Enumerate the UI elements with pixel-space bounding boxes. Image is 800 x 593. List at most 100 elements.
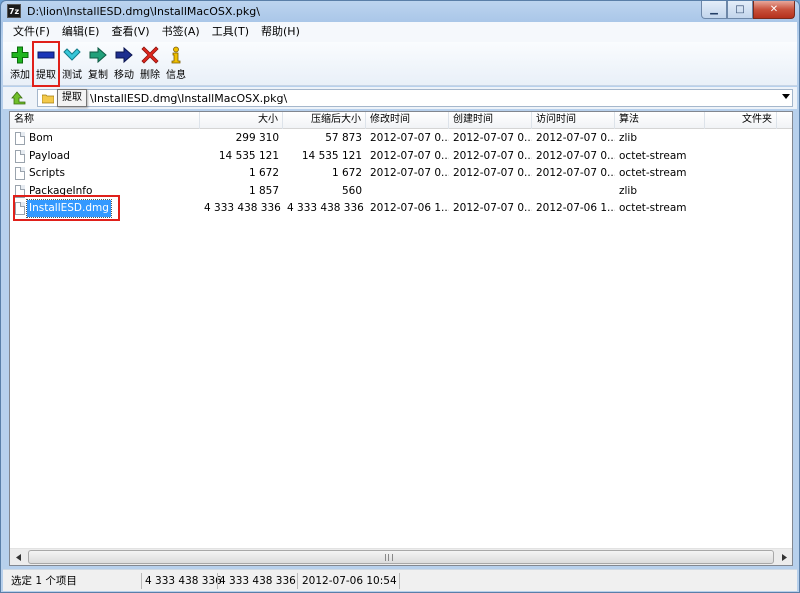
file-size: 299 310 <box>235 132 279 144</box>
status-bar: 选定 1 个项目 4 333 438 336 4 333 438 336 201… <box>3 569 797 591</box>
file-packed-size: 4 333 438 336 <box>287 202 364 214</box>
file-accessed <box>532 183 615 200</box>
menu-edit[interactable]: 编辑(E) <box>56 22 106 42</box>
column-packed-size[interactable]: 压缩后大小 <box>283 112 366 129</box>
file-method: zlib <box>619 185 638 197</box>
extract-tooltip: 提取 <box>57 89 87 107</box>
archive-window: 7z D:\lion\InstallESD.dmg\InstallMacOSX.… <box>0 0 800 593</box>
menu-bar: 文件(F) 编辑(E) 查看(V) 书签(A) 工具(T) 帮助(H) <box>3 22 797 42</box>
status-divider <box>141 573 142 589</box>
status-divider <box>297 573 298 589</box>
file-list: 名称 大小 压缩后大小 修改时间 创建时间 访问时间 算法 文件夹 Bom 29… <box>9 111 793 566</box>
status-divider <box>399 573 400 589</box>
window-title: D:\lion\InstallESD.dmg\InstallMacOSX.pkg… <box>27 5 260 18</box>
extract-label: 提取 <box>36 70 56 81</box>
status-modified: 2012-07-06 10:54 <box>302 575 397 587</box>
table-row[interactable]: Scripts 1 672 1 672 2012-07-07 0... 2012… <box>10 165 792 182</box>
title-bar[interactable]: 7z D:\lion\InstallESD.dmg\InstallMacOSX.… <box>1 1 799 22</box>
toolbar: 添加 提取 测试 复制 移动 删除 信息 <box>3 41 797 87</box>
up-folder-button[interactable] <box>11 90 27 106</box>
file-accessed: 2012-07-06 1... <box>536 202 615 214</box>
file-modified <box>366 183 449 200</box>
file-name: Payload <box>29 150 70 162</box>
file-method: octet-stream <box>619 202 687 214</box>
file-created: 2012-07-07 0... <box>453 202 532 214</box>
test-button[interactable]: 测试 <box>59 42 85 86</box>
column-folder[interactable]: 文件夹 <box>705 112 777 129</box>
status-size: 4 333 438 336 <box>145 575 222 587</box>
file-method: octet-stream <box>619 167 687 179</box>
menu-tools[interactable]: 工具(T) <box>206 22 255 42</box>
file-icon <box>15 150 25 163</box>
scrollbar-thumb[interactable] <box>28 550 774 564</box>
status-selection: 选定 1 个项目 <box>11 575 77 587</box>
test-icon <box>63 46 81 64</box>
add-icon <box>11 46 29 64</box>
copy-button[interactable]: 复制 <box>85 42 111 86</box>
table-row[interactable]: PackageInfo 1 857 560 zlib <box>10 183 792 200</box>
column-modified[interactable]: 修改时间 <box>366 112 449 129</box>
move-label: 移动 <box>114 70 134 81</box>
menu-file[interactable]: 文件(F) <box>7 22 56 42</box>
delete-label: 删除 <box>140 70 160 81</box>
minimize-button[interactable]: ▁ <box>701 1 727 19</box>
info-button[interactable]: 信息 <box>163 42 189 86</box>
file-modified: 2012-07-07 0... <box>370 167 449 179</box>
file-modified: 2012-07-07 0... <box>370 132 449 144</box>
file-size: 14 535 121 <box>218 150 279 162</box>
file-accessed: 2012-07-07 0... <box>536 167 615 179</box>
file-name: Bom <box>29 132 53 144</box>
info-label: 信息 <box>166 70 186 81</box>
scroll-right-button[interactable] <box>775 549 792 565</box>
file-accessed: 2012-07-07 0... <box>536 132 615 144</box>
horizontal-scrollbar[interactable] <box>10 548 792 565</box>
chevron-right-icon <box>781 553 787 561</box>
file-size: 1 857 <box>248 185 279 197</box>
folder-icon <box>41 92 55 104</box>
add-button[interactable]: 添加 <box>7 42 33 86</box>
file-packed-size: 14 535 121 <box>301 150 362 162</box>
close-button[interactable]: ✕ <box>753 1 795 19</box>
maximize-button[interactable]: □ <box>727 1 753 19</box>
file-method: octet-stream <box>619 150 687 162</box>
chevron-down-icon[interactable] <box>782 94 790 99</box>
table-row-selected[interactable]: InstallESD.dmg 4 333 438 336 4 333 438 3… <box>10 199 792 218</box>
column-method[interactable]: 算法 <box>615 112 705 129</box>
table-row[interactable]: Bom 299 310 57 873 2012-07-07 0... 2012-… <box>10 130 792 147</box>
file-size: 1 672 <box>248 167 279 179</box>
info-icon <box>167 46 185 64</box>
list-header: 名称 大小 压缩后大小 修改时间 创建时间 访问时间 算法 文件夹 <box>10 112 792 129</box>
address-path: \InstallESD.dmg\InstallMacOSX.pkg\ <box>90 92 288 105</box>
file-modified: 2012-07-07 0... <box>370 150 449 162</box>
add-label: 添加 <box>10 70 30 81</box>
selection-highlight <box>13 195 120 221</box>
file-modified: 2012-07-06 1... <box>370 202 449 214</box>
column-accessed[interactable]: 访问时间 <box>532 112 615 129</box>
menu-view[interactable]: 查看(V) <box>105 22 155 42</box>
column-name[interactable]: 名称 <box>10 112 200 129</box>
test-label: 测试 <box>62 70 82 81</box>
column-size[interactable]: 大小 <box>200 112 283 129</box>
menu-bookmarks[interactable]: 书签(A) <box>156 22 206 42</box>
copy-label: 复制 <box>88 70 108 81</box>
scroll-left-button[interactable] <box>10 549 27 565</box>
table-row[interactable]: Payload 14 535 121 14 535 121 2012-07-07… <box>10 148 792 165</box>
column-created[interactable]: 创建时间 <box>449 112 532 129</box>
file-created: 2012-07-07 0... <box>453 167 532 179</box>
grip-icon <box>385 554 393 561</box>
delete-button[interactable]: 删除 <box>137 42 163 86</box>
extract-button[interactable]: 提取 <box>32 41 60 87</box>
file-created: 2012-07-07 0... <box>453 150 532 162</box>
move-button[interactable]: 移动 <box>111 42 137 86</box>
extract-icon <box>37 46 55 64</box>
address-field[interactable]: \InstallESD.dmg\InstallMacOSX.pkg\ <box>37 89 793 107</box>
status-packed-size: 4 333 438 336 <box>219 575 296 587</box>
chevron-left-icon <box>15 553 21 561</box>
file-method: zlib <box>619 132 638 144</box>
move-icon <box>115 46 133 64</box>
status-divider <box>217 573 218 589</box>
delete-icon <box>141 46 159 64</box>
copy-icon <box>89 46 107 64</box>
file-packed-size: 57 873 <box>325 132 362 144</box>
menu-help[interactable]: 帮助(H) <box>255 22 306 42</box>
